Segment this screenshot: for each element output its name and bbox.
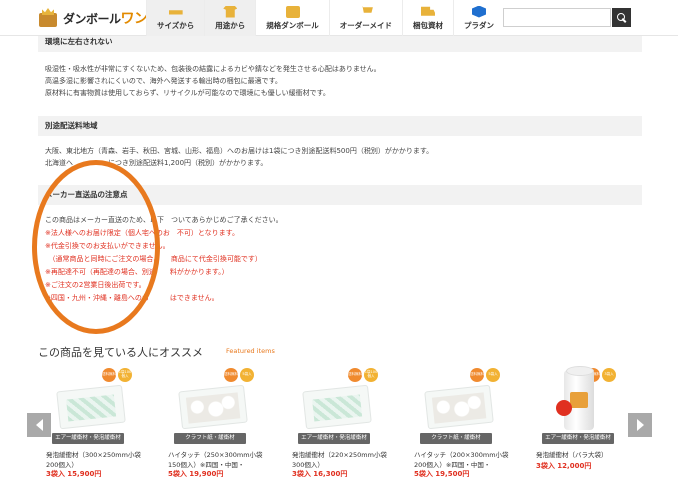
badge-quantity: 3袋入 [602,368,616,382]
product-name[interactable]: 発泡緩衝材（バラ大袋） [536,450,632,460]
box-icon [285,5,300,18]
badge-free-shipping: 送料無料 [224,368,238,382]
nav-label: 梱包資材 [412,20,443,30]
product-category[interactable]: エアー緩衝材・発泡緩衝材 [542,433,614,444]
nav-custom-order[interactable]: オーダーメイド [328,0,402,36]
chevron-right-icon [636,419,644,431]
badge-free-shipping: 送料無料 [470,368,484,382]
product-category[interactable]: クラフト紙・緩衝材 [420,433,492,444]
product-category[interactable]: エアー緩衝材・発泡緩衝材 [52,433,124,444]
product-name[interactable]: 発泡緩衝材（220×250mm小袋300個入） [292,450,388,470]
main-nav: サイズから 用途から 規格ダンボール オーダーメイド 梱包資材 プラダン [146,0,504,36]
env-line-1: 吸湿性・吸水性が非常にすくないため、包装後の結露によるカビや錆などを発生させる心… [45,65,381,73]
tshirt-icon [223,5,238,18]
product-category[interactable]: エアー緩衝材・発泡緩衝材 [298,433,370,444]
product-card[interactable]: 送料無料 5袋入 クラフト紙・緩衝材 ハイタッチ（200×300mm小袋200個… [406,366,514,477]
nav-packing-materials[interactable]: 梱包資材 [401,0,453,36]
highlight-circle [32,160,160,334]
section-heading-shipping: 別途配送料地域 [38,116,642,136]
truck-icon [420,6,435,16]
product-image[interactable]: 送料無料 3袋入 [534,366,620,430]
product-price: 3袋入 16,300円 [292,470,348,477]
badge-quantity: 1袋100個入 [118,368,132,382]
recommend-title: この商品を見ている人にオススメ [38,346,203,359]
site-header: ダンボールワン サイズから 用途から 規格ダンボール オーダーメイド 梱包資材 … [0,0,678,36]
product-image[interactable]: 送料無料 1袋100個入 [290,366,378,430]
search-button[interactable] [612,8,631,27]
badge-free-shipping: 送料無料 [348,368,362,382]
env-line-3: 原材料に有害物質は使用しておらず、リサイクルが可能なので環境にも優しい緩衝材です… [45,89,330,97]
badge-quantity: 5袋入 [240,368,254,382]
product-price: 3袋入 15,900円 [46,470,102,477]
logo-box-icon [38,7,60,29]
product-price: 5袋入 19,900円 [168,470,224,477]
search-input[interactable] [503,8,611,27]
shipping-line-1: 大阪、東北地方（青森、岩手、秋田、宮城、山形、福島）へのお届けは1袋につき別途配… [45,147,434,155]
product-card[interactable]: 送料無料 5袋入 クラフト紙・緩衝材 ハイタッチ（250×300mm小袋150個… [160,366,268,477]
badge-quantity: 1袋100個入 [364,368,378,382]
product-name[interactable]: 発泡緩衝材（300×250mm小袋200個入） [46,450,142,470]
cart-icon [358,5,373,13]
site-logo[interactable]: ダンボールワン [38,6,148,30]
product-name[interactable]: ハイタッチ（250×300mm小袋150個入）※四国・中国・ [168,450,264,470]
nav-label: 用途から [215,20,246,30]
cube-icon [471,5,486,18]
nav-standard-boxes[interactable]: 規格ダンボール [255,0,329,36]
nav-by-size[interactable]: サイズから [146,0,205,36]
badge-quantity: 5袋入 [486,368,500,382]
product-card[interactable]: 送料無料 1袋100個入 エアー緩衝材・発泡緩衝材 発泡緩衝材（220×250m… [284,366,392,477]
nav-label: サイズから [157,20,195,30]
product-image[interactable]: 送料無料 5袋入 [166,366,254,430]
env-line-2: 高温多湿に影響されにくいので、海外へ発送する輸出時の梱包に最適です。 [45,77,282,85]
recommend-subtitle: Featured items [226,347,275,355]
ruler-icon [168,10,183,15]
product-card[interactable]: 送料無料 1袋100個入 エアー緩衝材・発泡緩衝材 発泡緩衝材（300×250m… [38,366,146,477]
product-category[interactable]: クラフト紙・緩衝材 [174,433,246,444]
product-image[interactable]: 送料無料 5袋入 [412,366,500,430]
nav-label: プラダン [463,20,494,30]
nav-label: 規格ダンボール [266,20,319,30]
product-price: 3袋入 12,000円 [536,462,592,470]
product-card[interactable]: 送料無料 3袋入 エアー緩衝材・発泡緩衝材 発泡緩衝材（バラ大袋） 3袋入 12… [528,366,636,477]
logo-text: ダンボールワン [63,11,148,27]
badge-free-shipping: 送料無料 [102,368,116,382]
section-heading-environment: 環境に左右されない [38,36,642,52]
product-name[interactable]: ハイタッチ（200×300mm小袋200個入）※四国・中国・ [414,450,510,470]
nav-pladan[interactable]: プラダン [452,0,504,36]
product-image[interactable]: 送料無料 1袋100個入 [44,366,132,430]
nav-label: オーダーメイド [339,20,392,30]
nav-by-use[interactable]: 用途から [204,0,256,36]
product-price: 5袋入 19,500円 [414,470,470,477]
